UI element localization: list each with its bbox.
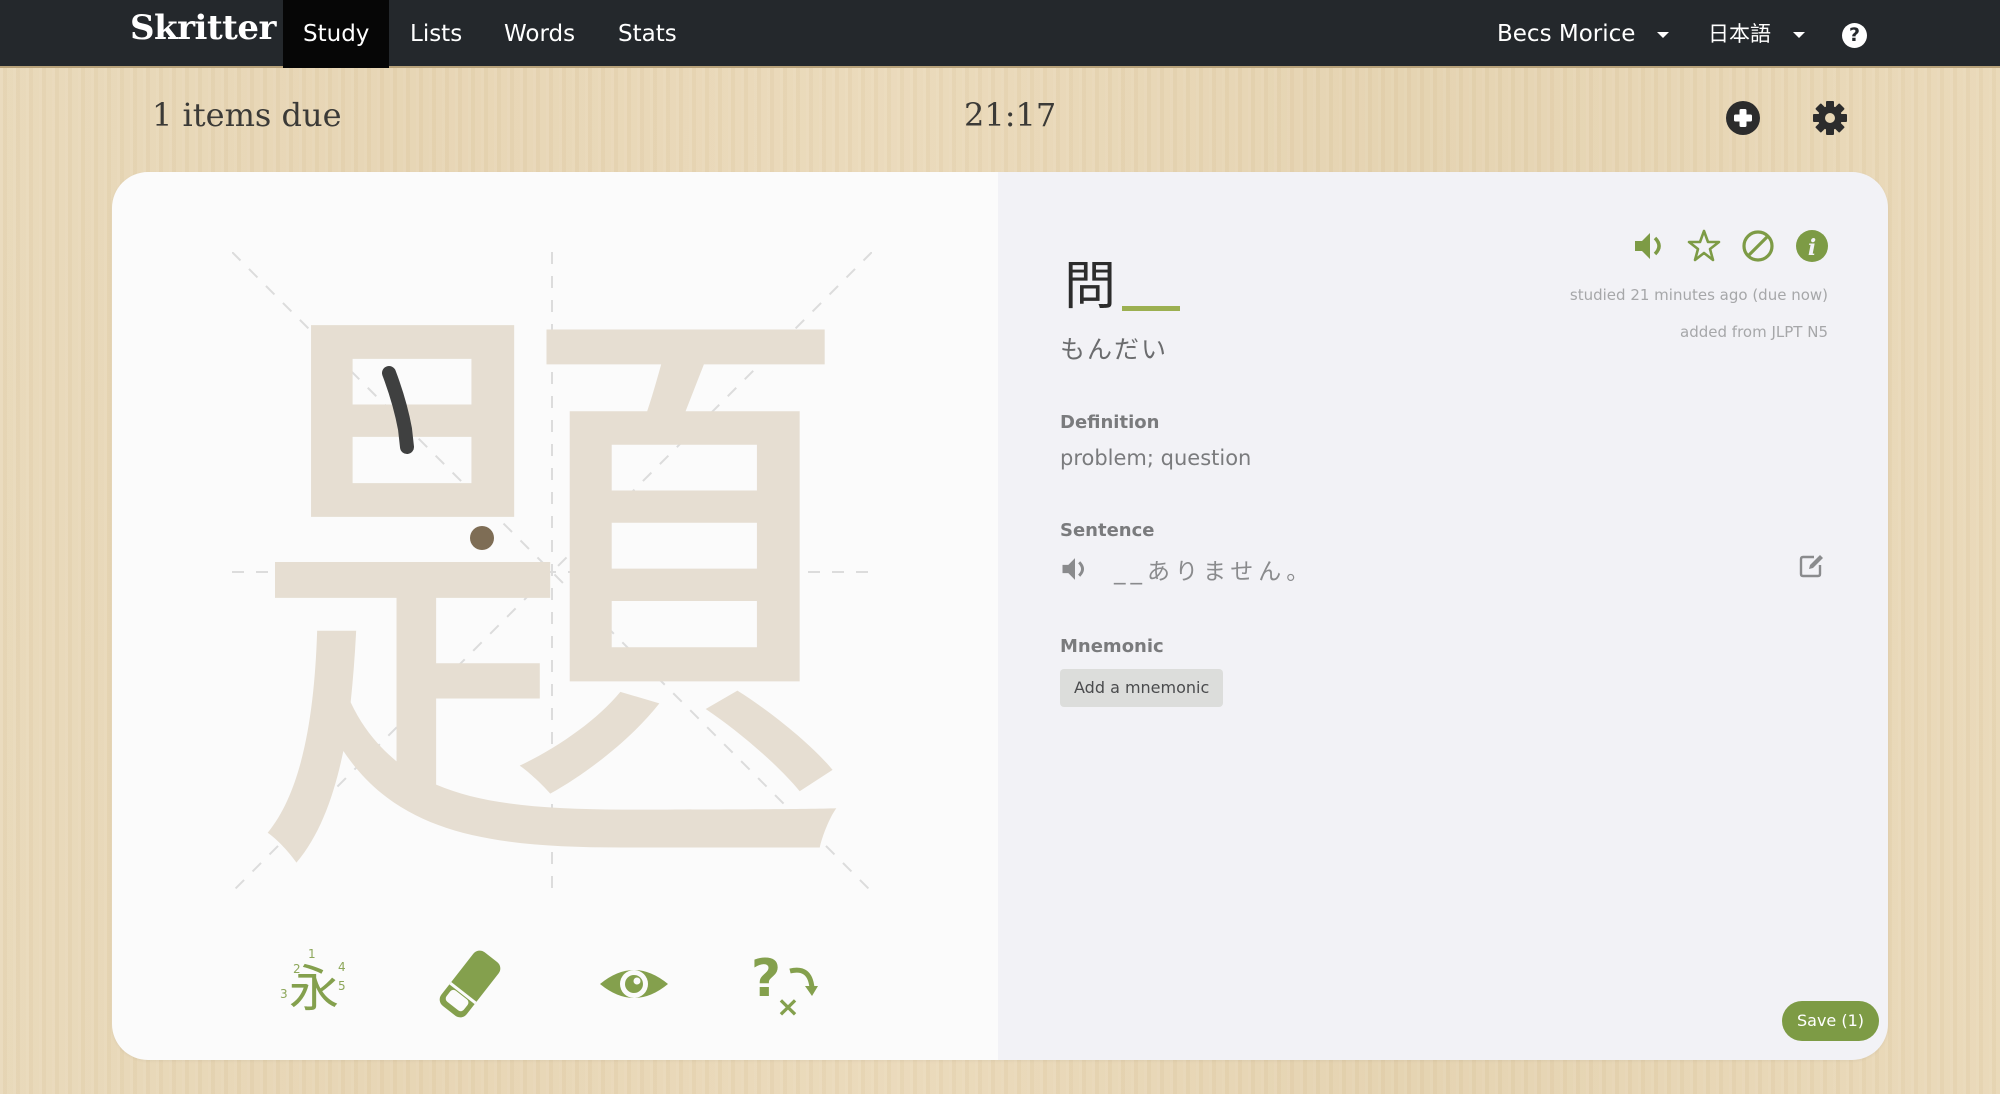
word-prefix: 問 <box>1064 257 1117 317</box>
language-dropdown[interactable]: 日本語 <box>1708 0 1805 68</box>
caret-down-icon <box>1793 32 1805 38</box>
card-actions: i <box>1632 228 1828 264</box>
stroke-order-icon[interactable]: 永 1 2 3 4 5 <box>274 944 354 1024</box>
writing-canvas-area[interactable]: 題 永 1 2 3 4 5 ? × <box>112 172 998 1060</box>
mnemonic-label: Mnemonic <box>1060 636 1164 657</box>
card-info-panel: 問 もんだい i studied 21 minutes ago (due now… <box>998 172 1888 1060</box>
svg-text:i: i <box>1808 235 1816 261</box>
definition-label: Definition <box>1060 412 1160 433</box>
brand-logo[interactable]: Skritter <box>130 8 276 48</box>
stroke-hint-dot <box>470 526 494 550</box>
word-blank-underline <box>1122 306 1180 311</box>
user-menu-dropdown[interactable]: Becs Morice <box>1497 0 1670 68</box>
caret-down-icon <box>1657 31 1670 38</box>
ghost-character: 題 <box>247 252 857 892</box>
study-panel: 題 永 1 2 3 4 5 ? × 問 もんだい i studied 21 mi… <box>112 172 1888 1060</box>
svg-text:×: × <box>776 990 799 1023</box>
study-timer: 21:17 <box>964 96 1057 134</box>
gear-icon[interactable] <box>1813 101 1847 135</box>
eraser-icon[interactable] <box>430 944 510 1024</box>
nav-stats[interactable]: Stats <box>598 0 697 68</box>
source-info: added from JLPT N5 <box>1680 323 1828 341</box>
question-circle-icon[interactable]: ? <box>1842 23 1867 48</box>
svg-text:3: 3 <box>280 987 288 1001</box>
top-navbar: Skritter Study Lists Words Stats Becs Mo… <box>0 0 2000 68</box>
svg-text:5: 5 <box>338 979 346 993</box>
sentence-text: __ありません。 <box>1114 559 1315 585</box>
svg-text:2: 2 <box>293 962 301 976</box>
svg-text:1: 1 <box>308 947 316 961</box>
plus-circle-icon[interactable] <box>1726 101 1760 135</box>
info-icon[interactable]: i <box>1794 228 1830 264</box>
nav-words[interactable]: Words <box>484 0 595 68</box>
nav-study[interactable]: Study <box>283 0 390 68</box>
reveal-eye-icon[interactable] <box>594 944 674 1024</box>
svg-text:4: 4 <box>338 960 346 974</box>
definition-text: problem; question <box>1060 446 1252 470</box>
mark-wrong-icon[interactable]: ? × <box>746 944 826 1024</box>
language-name: 日本語 <box>1708 22 1771 46</box>
speaker-icon[interactable] <box>1632 228 1668 264</box>
save-button[interactable]: Save (1) <box>1782 1001 1880 1041</box>
edit-icon[interactable] <box>1798 552 1826 580</box>
writing-canvas[interactable]: 題 <box>232 252 872 892</box>
sentence-speaker-icon[interactable] <box>1060 554 1090 584</box>
star-icon[interactable] <box>1686 228 1722 264</box>
word-reading: もんだい <box>1060 335 1169 364</box>
studied-info: studied 21 minutes ago (due now) <box>1569 286 1828 304</box>
nav-lists[interactable]: Lists <box>390 0 482 68</box>
items-due-count: 1 items due <box>152 96 342 134</box>
user-name: Becs Morice <box>1497 21 1636 47</box>
add-mnemonic-button[interactable]: Add a mnemonic <box>1060 669 1224 707</box>
ban-icon[interactable] <box>1740 228 1776 264</box>
sentence-label: Sentence <box>1060 520 1155 541</box>
